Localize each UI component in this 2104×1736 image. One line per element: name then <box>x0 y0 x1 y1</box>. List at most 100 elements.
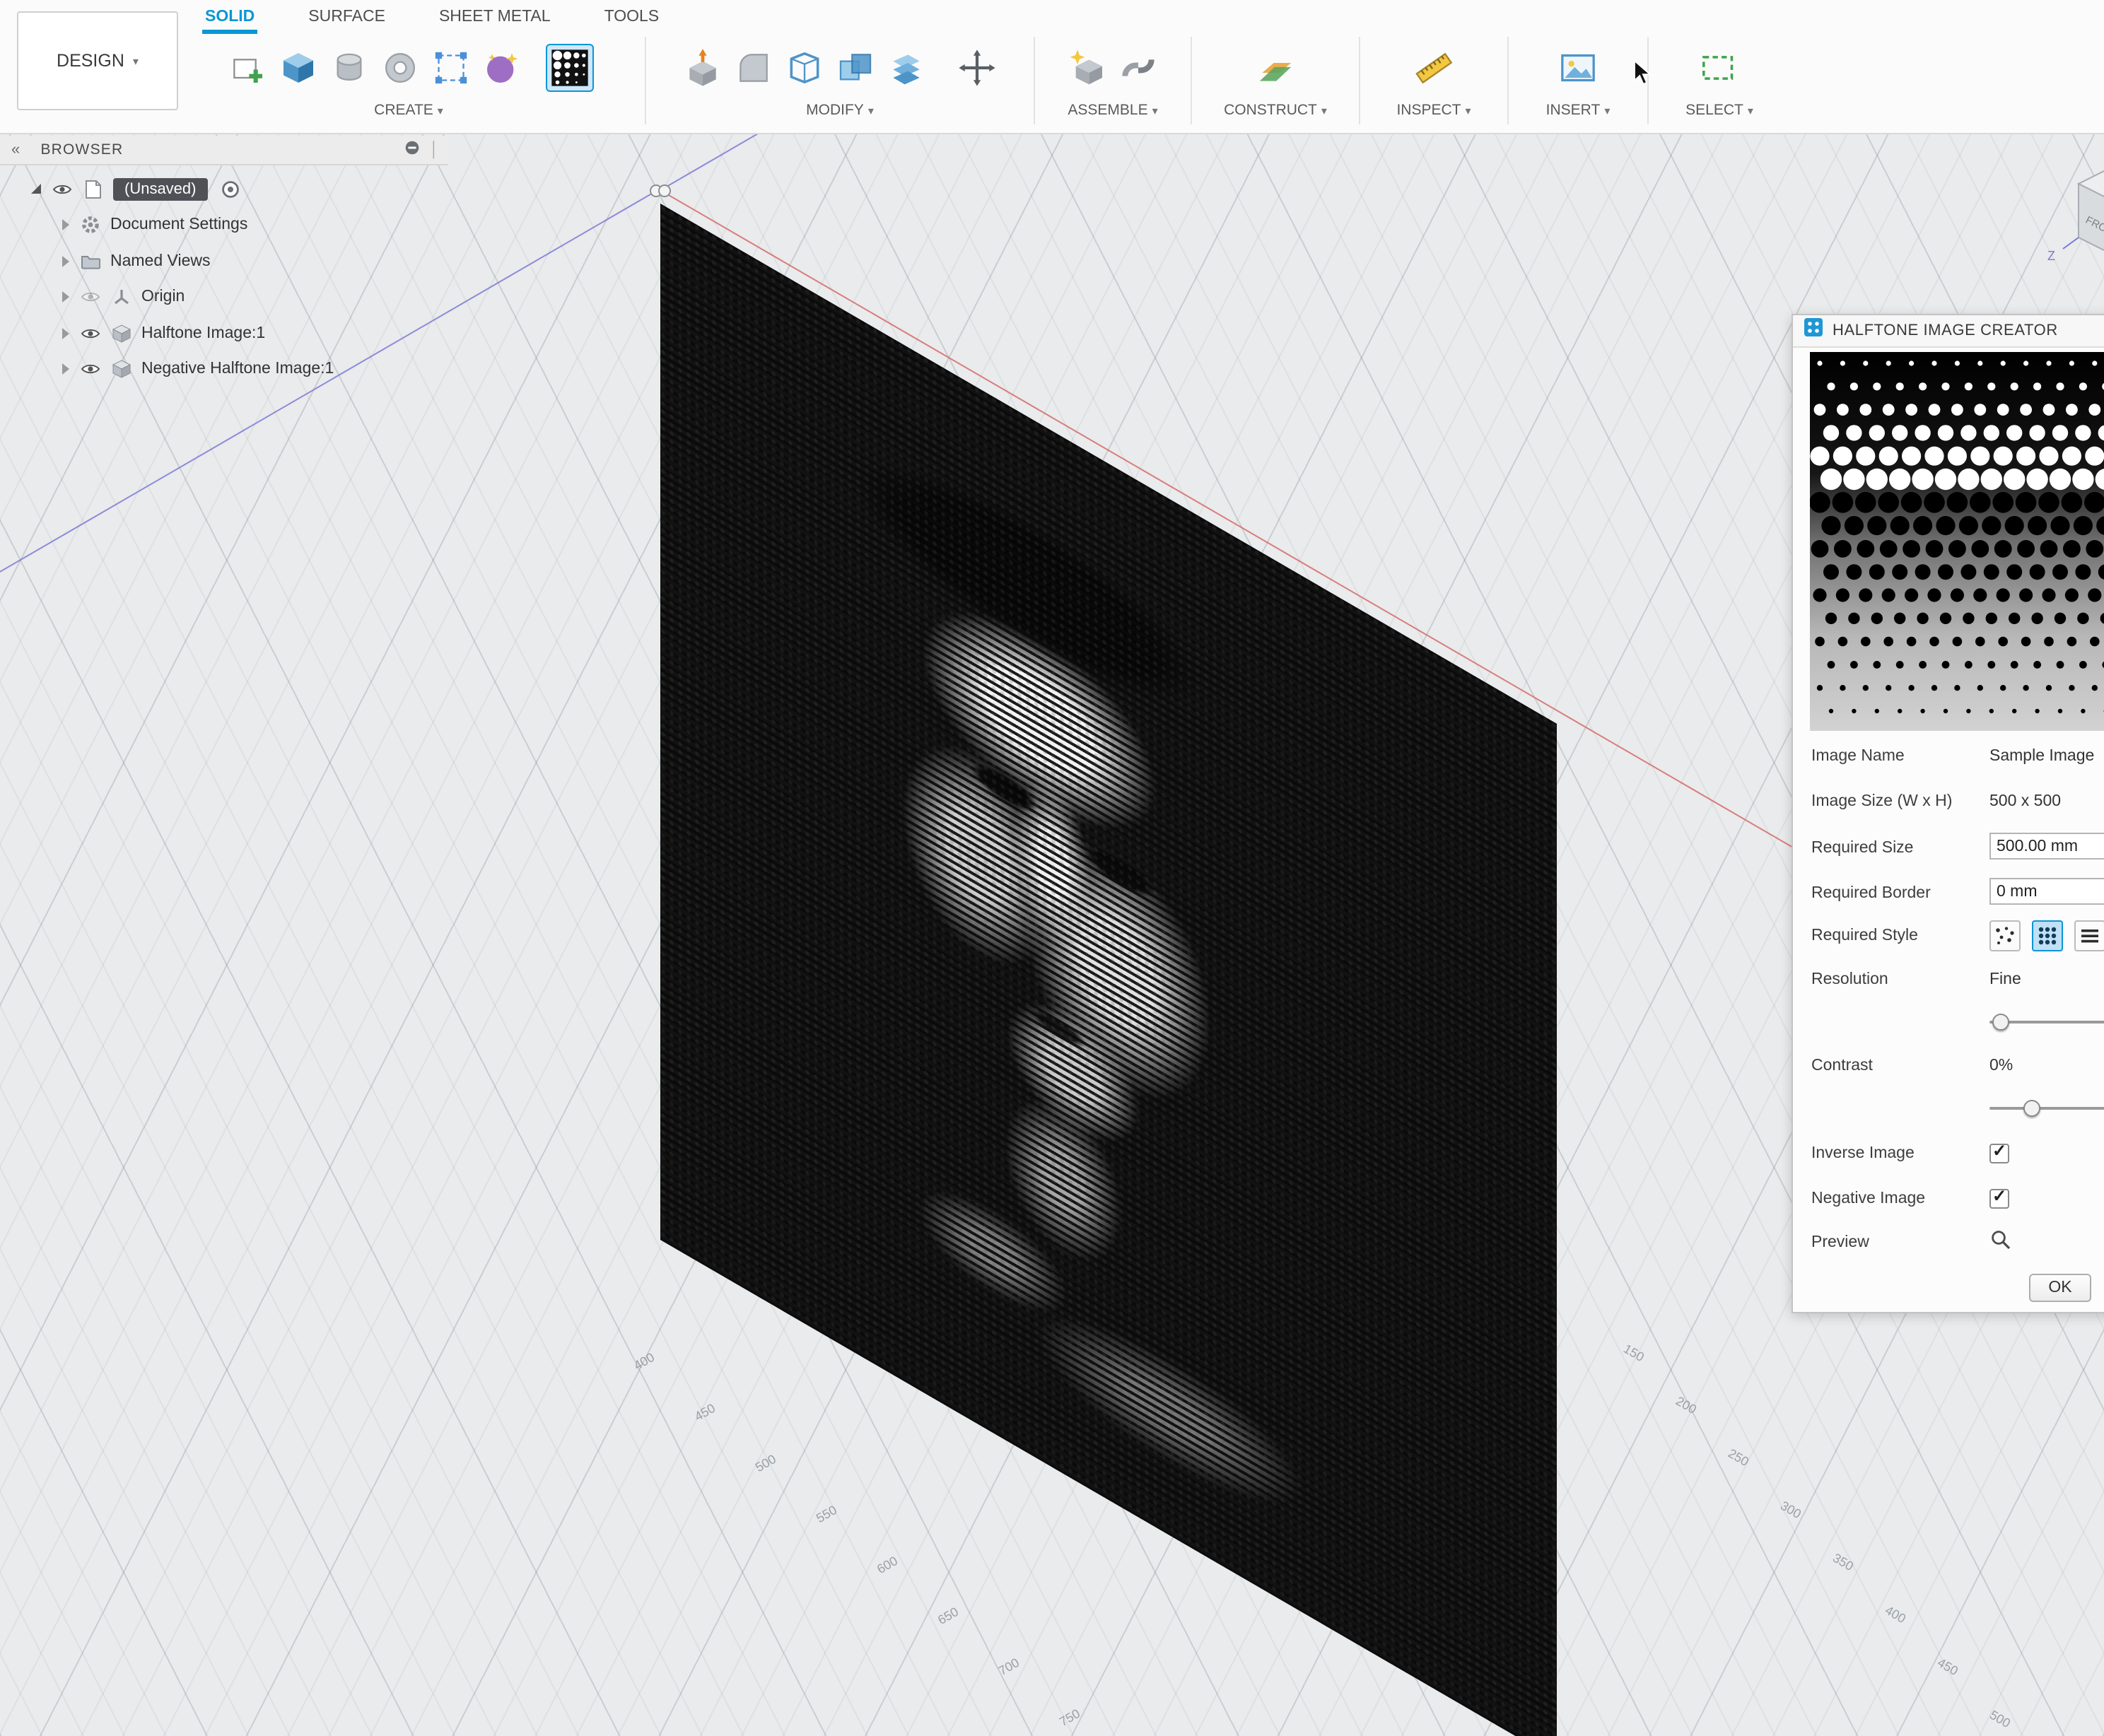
collapse-panel-icon[interactable]: « <box>11 141 21 158</box>
fillet-button[interactable] <box>730 44 778 92</box>
tab-surface[interactable]: SURFACE <box>305 3 388 34</box>
tab-tools[interactable]: TOOLS <box>602 3 662 34</box>
tree-item-label: Named Views <box>110 253 211 270</box>
tree-row-negative-halftone-image[interactable]: Negative Halftone Image:1 <box>0 351 452 387</box>
collapsed-triangle-icon[interactable] <box>62 292 69 303</box>
insert-image-button[interactable] <box>1554 44 1602 92</box>
contrast-slider[interactable] <box>1989 1100 2104 1117</box>
workspace-switcher-label: DESIGN <box>57 51 124 71</box>
group-assemble-label[interactable]: ASSEMBLE <box>1068 102 1147 119</box>
construct-plane-button[interactable] <box>1251 44 1299 92</box>
required-border-input[interactable] <box>1991 879 2104 903</box>
slider-track[interactable] <box>1989 1107 2104 1110</box>
style-grid-dots-button[interactable] <box>2032 920 2063 951</box>
browser-title: BROWSER <box>40 141 402 158</box>
create-pattern-button[interactable] <box>427 44 475 92</box>
create-cylinder-button[interactable] <box>325 44 373 92</box>
group-create-label[interactable]: CREATE <box>374 102 433 119</box>
select-button[interactable] <box>1695 44 1743 92</box>
group-construct-label[interactable]: CONSTRUCT <box>1224 102 1317 119</box>
resolution-slider[interactable] <box>1989 1014 2104 1031</box>
slider-thumb[interactable] <box>2023 1100 2040 1117</box>
move-copy-button[interactable] <box>953 44 1001 92</box>
required-size-label: Required Size <box>1811 840 1913 857</box>
panel-grip-icon[interactable]: │ <box>430 141 440 158</box>
panel-title: HALFTONE IMAGE CREATOR <box>1833 322 2104 339</box>
group-inspect: INSPECT▾ <box>1369 34 1499 130</box>
tree-row-origin[interactable]: Origin <box>0 279 452 315</box>
group-modify-label[interactable]: MODIFY <box>806 102 864 119</box>
panel-options-icon[interactable] <box>403 139 421 161</box>
offset-faces-button[interactable] <box>882 44 930 92</box>
grid-coordinate-label: 450 <box>692 1401 718 1424</box>
grid-coordinate-label: 150 <box>1621 1342 1647 1364</box>
negative-image-checkbox[interactable]: ✓ <box>1989 1189 2009 1209</box>
create-sketch-button[interactable] <box>223 44 271 92</box>
visibility-eye-icon[interactable] <box>79 327 102 341</box>
tab-solid[interactable]: SOLID <box>202 3 257 34</box>
tree-row-root[interactable]: (Unsaved) <box>0 171 452 207</box>
combine-button[interactable] <box>831 44 879 92</box>
style-scatter-dots-button[interactable] <box>1989 920 2021 951</box>
create-box-button[interactable] <box>274 44 322 92</box>
group-insert-label[interactable]: INSERT <box>1546 102 1601 119</box>
body-cube-icon <box>110 360 133 380</box>
press-pull-button[interactable] <box>679 44 727 92</box>
group-select-label[interactable]: SELECT <box>1685 102 1743 119</box>
view-cube[interactable]: Y TOP FRONT RIGHT X Z <box>2039 136 2104 301</box>
joint-button[interactable] <box>1114 44 1162 92</box>
top-toolbar: DESIGN ▾ SOLID SURFACE SHEET METAL TOOLS <box>0 0 2104 134</box>
tree-row-halftone-image[interactable]: Halftone Image:1 <box>0 315 452 351</box>
addin-icon <box>1804 318 1823 344</box>
tree-item-label: Origin <box>141 289 185 306</box>
measure-button[interactable] <box>1410 44 1458 92</box>
panel-title-bar[interactable]: HALFTONE IMAGE CREATOR » <box>1793 315 2104 348</box>
toolbar-tabs: SOLID SURFACE SHEET METAL TOOLS <box>202 3 662 34</box>
tree-row-document-settings[interactable]: Document Settings <box>0 207 452 243</box>
chevron-down-icon: ▾ <box>1748 104 1753 117</box>
resolution-label: Resolution <box>1811 971 1888 988</box>
image-name-label: Image Name <box>1811 748 1905 765</box>
chevron-down-icon: ▾ <box>1604 104 1610 117</box>
browser-header: « BROWSER │ <box>0 136 448 165</box>
new-component-button[interactable] <box>1063 44 1111 92</box>
shell-button[interactable] <box>781 44 829 92</box>
create-torus-button[interactable] <box>376 44 424 92</box>
visibility-eye-icon[interactable] <box>79 291 102 305</box>
tree-item-label: Document Settings <box>110 217 247 234</box>
collapsed-triangle-icon[interactable] <box>62 364 69 375</box>
inverse-image-checkbox[interactable]: ✓ <box>1989 1144 2009 1163</box>
tab-sheet-metal[interactable]: SHEET METAL <box>436 3 554 34</box>
halftone-image-creator-button[interactable] <box>546 44 594 92</box>
preview-magnifier-icon[interactable] <box>1989 1228 2012 1258</box>
chevron-down-icon: ▾ <box>1152 104 1158 117</box>
grid-coordinate-label: 600 <box>875 1554 900 1576</box>
slider-thumb[interactable] <box>1992 1014 2009 1031</box>
halftone-image-creator-panel: HALFTONE IMAGE CREATOR » Image Name Samp… <box>1792 314 2104 1313</box>
ok-button[interactable]: OK <box>2029 1274 2091 1302</box>
collapsed-triangle-icon[interactable] <box>62 328 69 339</box>
grid-coordinate-label: 300 <box>1778 1499 1804 1521</box>
visibility-eye-icon[interactable] <box>79 363 102 377</box>
image-name-value: Sample Image <box>1989 748 2094 765</box>
tree-row-named-views[interactable]: Named Views <box>0 243 452 279</box>
document-title[interactable]: (Unsaved) <box>113 178 208 201</box>
body-cube-icon <box>110 324 133 344</box>
grid-coordinate-label: 750 <box>1057 1706 1082 1729</box>
expanded-triangle-icon[interactable] <box>31 184 41 194</box>
create-form-button[interactable] <box>478 44 526 92</box>
halftone-model-body[interactable] <box>660 204 1557 1736</box>
collapsed-triangle-icon[interactable] <box>62 220 69 231</box>
group-inspect-label[interactable]: INSPECT <box>1396 102 1461 119</box>
required-size-input[interactable] <box>1991 834 2104 858</box>
collapsed-triangle-icon[interactable] <box>62 256 69 267</box>
visibility-eye-icon[interactable] <box>51 182 74 197</box>
activate-radio-icon[interactable] <box>219 180 242 199</box>
contrast-min-label: 0% <box>1989 1057 2013 1074</box>
preview-label: Preview <box>1811 1234 1869 1251</box>
image-size-label: Image Size (W x H) <box>1811 793 1952 810</box>
grid-coordinate-label: 400 <box>631 1350 657 1373</box>
workspace-switcher-button[interactable]: DESIGN ▾ <box>17 11 178 110</box>
gear-icon <box>79 216 102 235</box>
style-horizontal-lines-button[interactable] <box>2074 920 2104 951</box>
